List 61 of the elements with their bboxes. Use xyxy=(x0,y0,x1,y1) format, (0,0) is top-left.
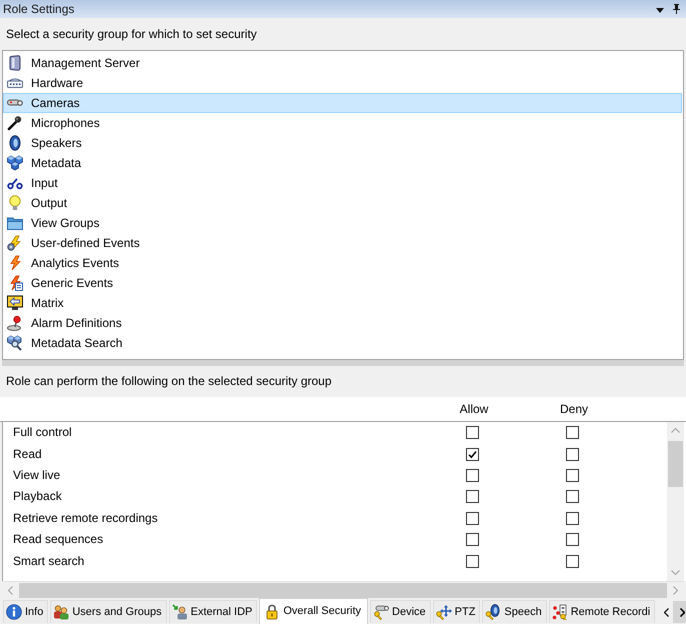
column-header: Deny xyxy=(560,402,588,416)
tab[interactable]: Speech xyxy=(482,600,547,623)
users-icon xyxy=(53,604,70,620)
column-header: Allow xyxy=(460,402,488,416)
checkbox[interactable] xyxy=(566,512,578,525)
section-label: Role can perform the following on the selected security group xyxy=(6,374,332,389)
permission-label: Playback xyxy=(12,489,62,504)
permission-label: View live xyxy=(12,468,60,483)
dots-film-icon xyxy=(552,604,568,620)
move-arrows-key-icon xyxy=(436,604,452,620)
permission-label: Retrieve remote recordings xyxy=(12,510,158,526)
tab[interactable]: Overall Security xyxy=(259,598,368,624)
cubes-icon xyxy=(7,155,23,171)
caret-right-icon xyxy=(680,608,685,616)
checkbox[interactable] xyxy=(466,490,478,504)
checkbox[interactable] xyxy=(466,512,478,525)
microphone-icon xyxy=(7,115,23,131)
permission-label: Read sequences xyxy=(12,532,104,548)
scrollbar-thumb[interactable] xyxy=(19,582,667,598)
padlock-icon xyxy=(264,604,280,620)
tab[interactable]: Remote Recordi xyxy=(548,600,656,623)
checkbox[interactable] xyxy=(566,533,578,546)
lightning-gear-icon xyxy=(7,235,23,251)
permission-label: Read xyxy=(12,446,42,462)
dropdown-arrow-icon[interactable] xyxy=(656,8,664,13)
checkbox[interactable] xyxy=(466,468,478,482)
security-group-item[interactable]: Cameras xyxy=(3,93,682,113)
checkbox[interactable] xyxy=(566,426,578,440)
joystick-icon xyxy=(7,315,23,331)
tab[interactable]: Device xyxy=(370,600,431,623)
tab[interactable]: Info xyxy=(3,600,48,623)
checkbox[interactable] xyxy=(566,554,578,568)
scrollbar-thumb[interactable] xyxy=(668,441,683,487)
folder-icon xyxy=(7,215,23,231)
tab[interactable]: External IDP xyxy=(168,600,258,623)
checkbox[interactable] xyxy=(466,554,478,568)
info-icon xyxy=(6,604,22,620)
tab[interactable]: Users and Groups xyxy=(50,600,167,623)
section-label: Select a security group for which to set security xyxy=(6,26,257,42)
permission-label: Smart search xyxy=(12,554,84,569)
checkbox[interactable] xyxy=(466,533,478,546)
vertical-scrollbar[interactable] xyxy=(667,422,684,581)
checkbox[interactable] xyxy=(566,448,578,461)
checkbox[interactable] xyxy=(466,426,478,440)
speaker-icon xyxy=(7,135,23,151)
checkbox[interactable] xyxy=(566,490,578,504)
pin-icon[interactable] xyxy=(673,4,680,14)
cubes-magnifier-icon xyxy=(7,335,23,351)
lightbulb-icon xyxy=(7,195,23,211)
speaker-key-icon xyxy=(485,604,502,620)
user-arrow-icon xyxy=(172,604,188,620)
checkbox[interactable] xyxy=(466,448,478,461)
camera-key-icon xyxy=(373,604,390,620)
monitor-arrow-icon xyxy=(7,295,23,311)
tab-scroll-right-button[interactable] xyxy=(673,601,686,623)
permission-label: Full control xyxy=(12,425,72,440)
checkbox[interactable] xyxy=(566,468,578,482)
window-title: Role Settings xyxy=(3,1,74,17)
caret-left-icon xyxy=(664,608,669,616)
server-icon xyxy=(7,55,23,71)
tab[interactable]: PTZ xyxy=(432,600,480,623)
